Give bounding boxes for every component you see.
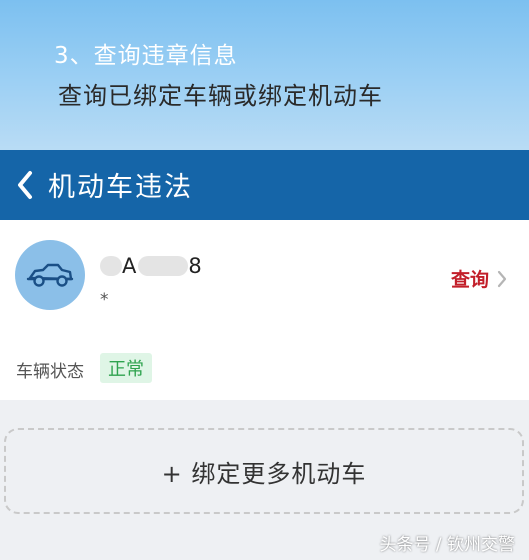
navbar: 机动车违法: [0, 150, 529, 220]
status-label: 车辆状态: [16, 362, 84, 382]
plate-redaction: [100, 256, 122, 276]
query-button[interactable]: 查询: [451, 265, 507, 292]
plate-redaction: [138, 256, 189, 276]
watermark: 头条号 / 钦州交警: [379, 535, 515, 555]
banner: 3、查询违章信息 查询已绑定车辆或绑定机动车: [0, 0, 529, 150]
query-label: 查询: [451, 269, 490, 291]
status-badge: 正常: [100, 353, 152, 383]
vehicle-card: A 8 * 查询 车辆状态 正常: [0, 220, 529, 400]
chevron-left-icon: [18, 171, 32, 199]
car-icon: [26, 263, 74, 287]
back-button[interactable]: [8, 166, 42, 204]
page-title: 机动车违法: [48, 172, 193, 203]
vehicle-avatar: [15, 240, 85, 310]
chevron-right-icon: [497, 270, 507, 288]
plate-number: A 8: [100, 254, 202, 278]
step-description: 查询已绑定车辆或绑定机动车: [58, 82, 383, 110]
bind-more-vehicles-button[interactable]: + 绑定更多机动车: [4, 428, 524, 514]
plate-digit: 8: [188, 254, 202, 278]
step-title: 3、查询违章信息: [54, 43, 238, 69]
plate-letter: A: [122, 254, 137, 278]
vehicle-sub-text: *: [100, 290, 109, 310]
